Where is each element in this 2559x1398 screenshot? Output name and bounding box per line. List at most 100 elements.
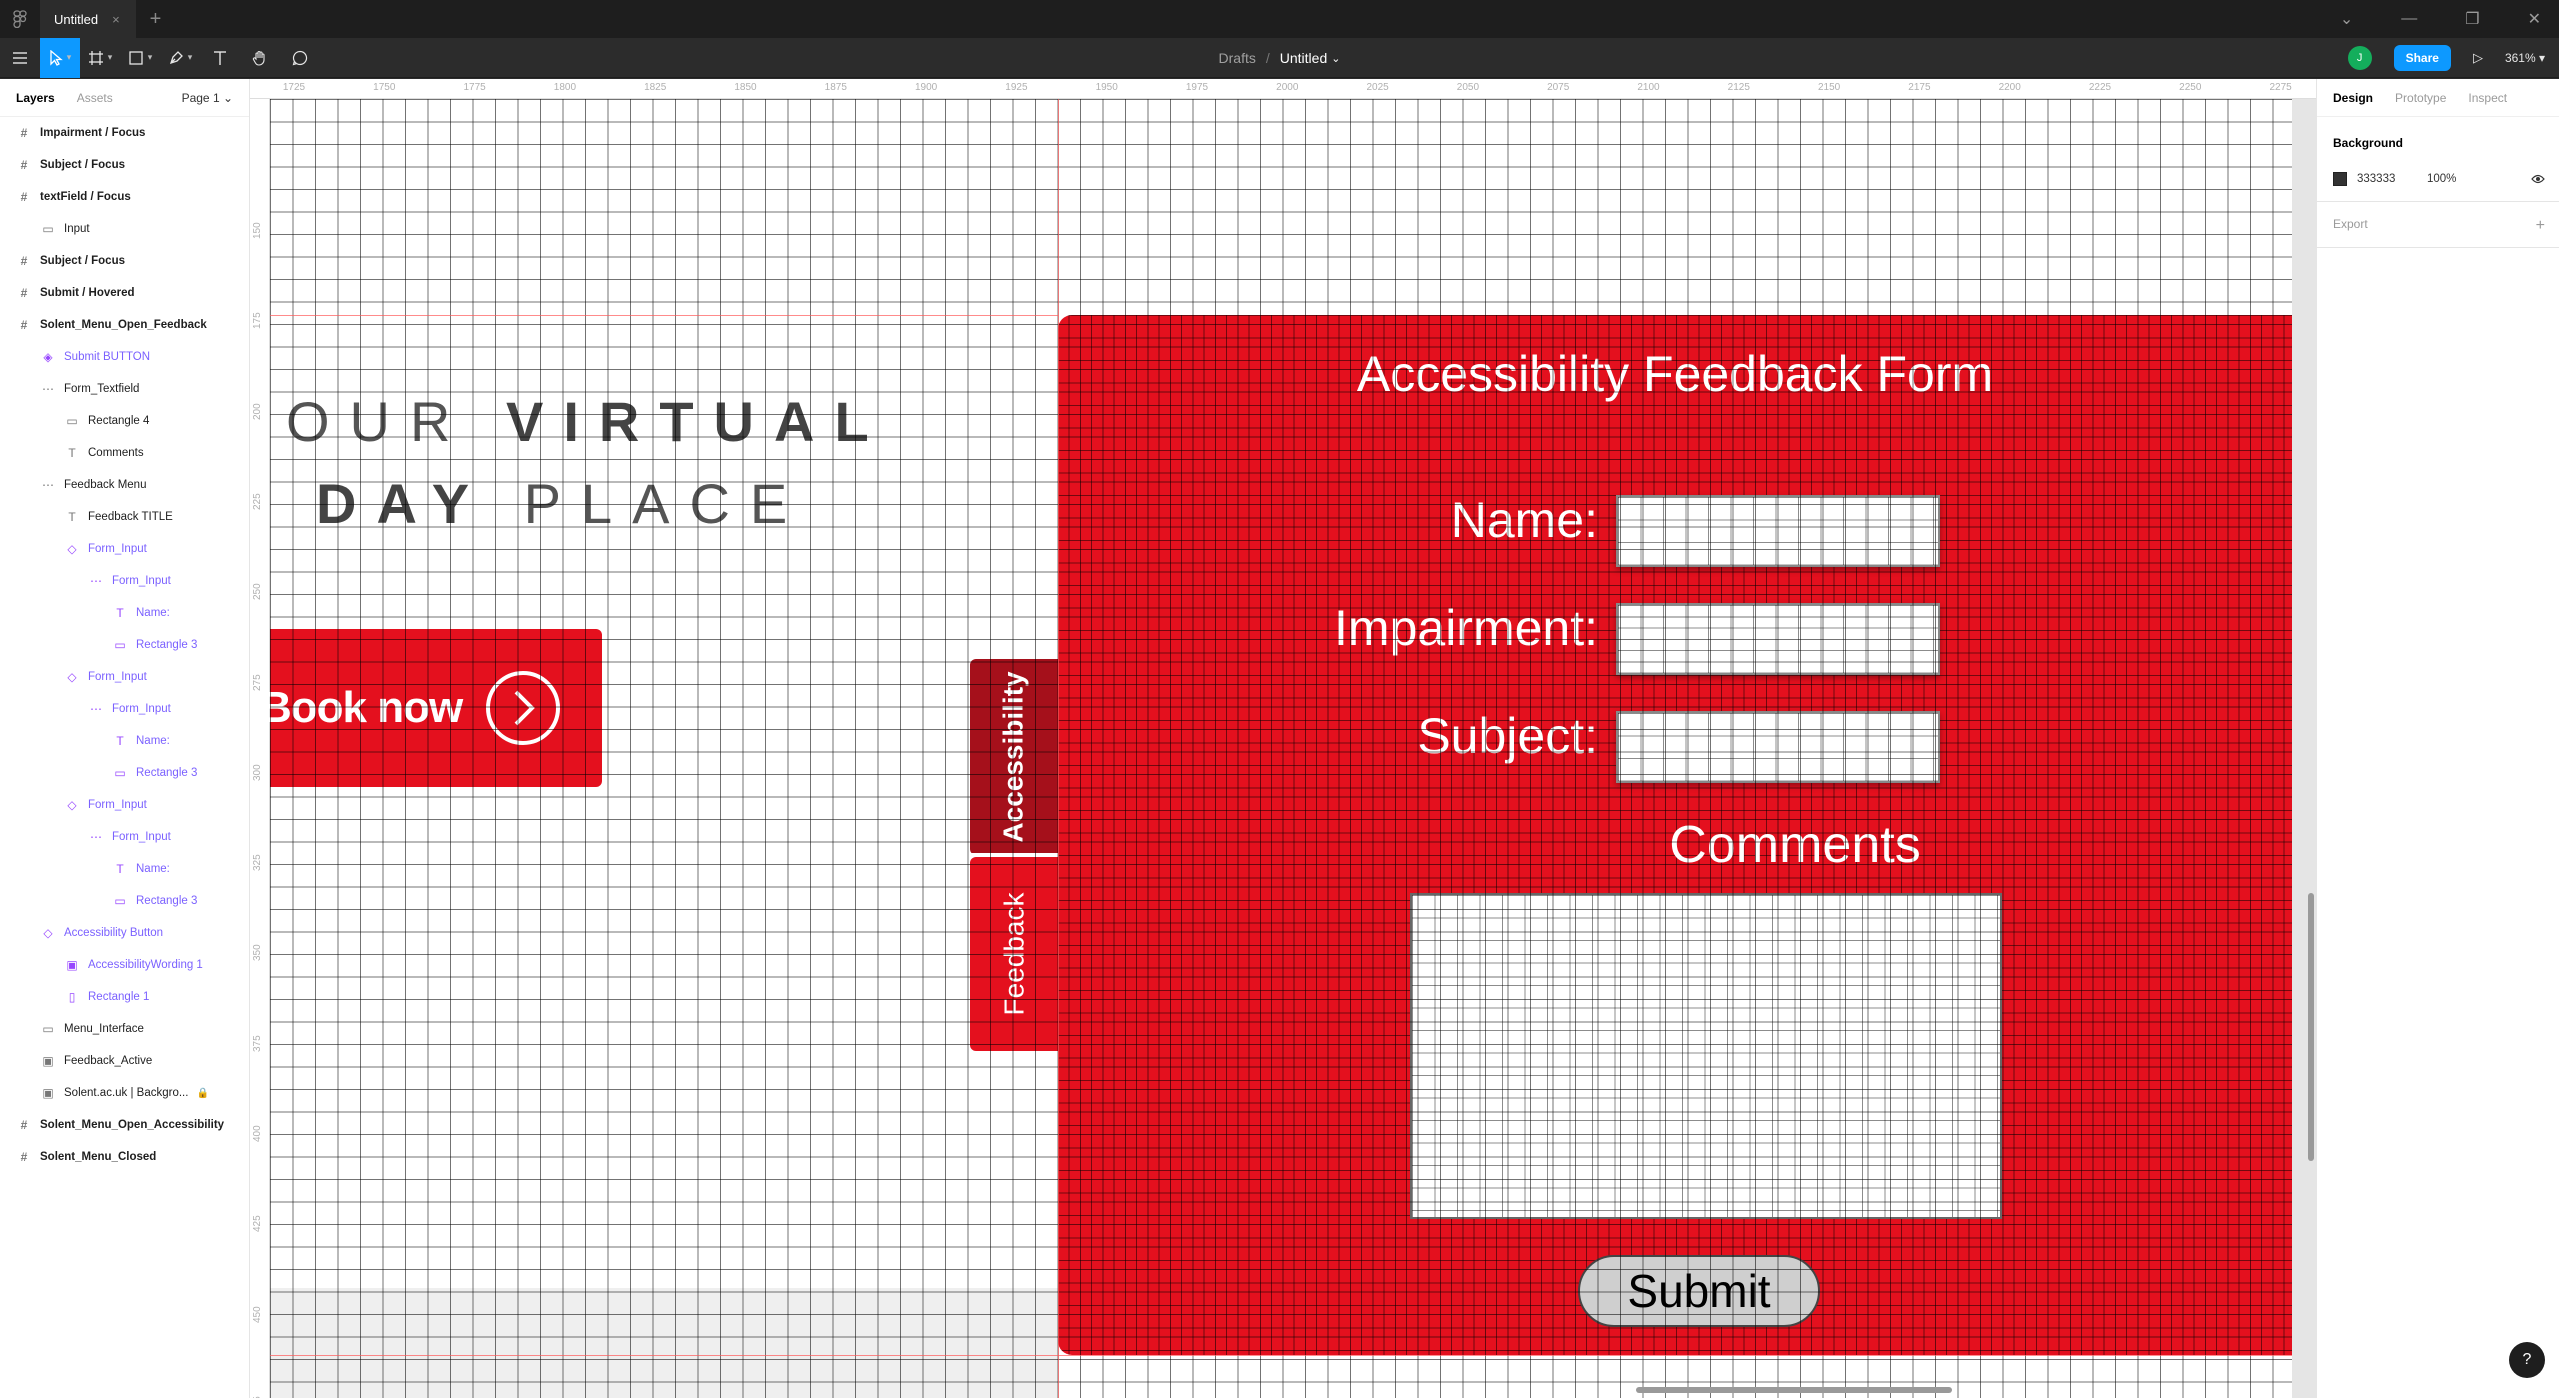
layer-row[interactable]: ▣ AccessibilityWording 1: [0, 949, 249, 981]
layer-row[interactable]: ▭ Rectangle 3: [0, 885, 249, 917]
shape-tool-button[interactable]: ▾: [120, 38, 160, 78]
layer-row[interactable]: ⋯ Form_Textfield: [0, 373, 249, 405]
figma-menu-icon[interactable]: [0, 0, 40, 38]
layer-row[interactable]: ◇ Accessibility Button: [0, 917, 249, 949]
vertical-scrollbar[interactable]: [2308, 893, 2314, 1161]
help-button[interactable]: ?: [2509, 1342, 2545, 1378]
tab-prototype[interactable]: Prototype: [2395, 91, 2446, 105]
canvas[interactable]: 1725 1750 1775 1800 1825 1850 1875 1900 1925 1950…: [250, 79, 2316, 1398]
hero-heading-line-2: DAY PLACE: [316, 471, 807, 536]
restore-icon[interactable]: ❐: [2465, 9, 2479, 29]
eye-icon[interactable]: [2531, 172, 2545, 187]
tab-design[interactable]: Design: [2333, 91, 2373, 105]
feedback-tab-button[interactable]: Feedback: [970, 857, 1058, 1051]
frame-tool-button[interactable]: ▾: [80, 38, 120, 78]
breadcrumb-drafts[interactable]: Drafts: [1219, 50, 1256, 66]
comment-icon: [292, 50, 308, 65]
avatar[interactable]: J: [2347, 46, 2372, 70]
layer-row[interactable]: ⋯ Feedback Menu: [0, 469, 249, 501]
hero-text-place: PLACE: [523, 472, 808, 535]
layer-row[interactable]: T Name:: [0, 725, 249, 757]
layer-row[interactable]: ◇ Form_Input: [0, 661, 249, 693]
impairment-input[interactable]: [1616, 603, 1940, 675]
layer-row[interactable]: # Solent_Menu_Closed: [0, 1141, 249, 1173]
chevron-down-icon[interactable]: ⌄: [1331, 52, 1340, 65]
layer-row[interactable]: ▯ Rectangle 1: [0, 981, 249, 1013]
layer-row[interactable]: ▭ Rectangle 4: [0, 405, 249, 437]
tab-layers[interactable]: Layers: [16, 91, 55, 105]
main-menu-button[interactable]: [0, 38, 40, 78]
ruler-tick-label: 175: [252, 312, 263, 330]
layer-row[interactable]: # Impairment / Focus: [0, 117, 249, 149]
frame-solent-menu-open-feedback[interactable]: OUR VIRTUAL DAY PLACE Book now Accessibi…: [260, 99, 2292, 1398]
layer-row[interactable]: ▭ Menu_Interface: [0, 1013, 249, 1045]
layer-row[interactable]: ▭ Rectangle 3: [0, 629, 249, 661]
chevron-down-icon[interactable]: ▾: [67, 52, 72, 63]
layer-row[interactable]: ◇ Form_Input: [0, 533, 249, 565]
layer-row[interactable]: ⋯ Form_Input: [0, 821, 249, 853]
layer-row[interactable]: ▣ Solent.ac.uk | Backgro... 🔒: [0, 1077, 249, 1109]
layer-row[interactable]: ◈ Submit BUTTON: [0, 341, 249, 373]
tab-assets[interactable]: Assets: [77, 91, 113, 105]
tab-inspect[interactable]: Inspect: [2468, 91, 2507, 105]
layer-row[interactable]: # Subject / Focus: [0, 245, 249, 277]
chevron-down-icon[interactable]: ▾: [148, 52, 153, 63]
submit-button[interactable]: Submit: [1578, 1255, 1820, 1327]
chevron-down-icon[interactable]: ▾: [188, 52, 193, 63]
properties-panel: Design Prototype Inspect Background 3333…: [2316, 79, 2559, 1398]
subject-input[interactable]: [1616, 711, 1940, 783]
file-name[interactable]: Untitled: [1280, 50, 1327, 66]
layer-type-icon: #: [20, 158, 28, 172]
feedback-tab-label: Feedback: [998, 892, 1029, 1016]
layer-row[interactable]: # Subject / Focus: [0, 149, 249, 181]
title-bar: Untitled × + ⌄ — ❐ ✕: [0, 0, 2559, 38]
new-tab-icon[interactable]: +: [150, 8, 162, 31]
layer-row[interactable]: ◇ Form_Input: [0, 789, 249, 821]
layer-label: Feedback Menu: [64, 479, 147, 491]
layer-row[interactable]: T Name:: [0, 597, 249, 629]
close-tab-icon[interactable]: ×: [112, 12, 120, 27]
chevron-down-icon[interactable]: ▾: [108, 52, 113, 63]
chevron-down-icon[interactable]: ⌄: [2340, 9, 2353, 29]
present-play-icon[interactable]: ▷: [2473, 50, 2483, 66]
background-hex-input[interactable]: 333333: [2357, 173, 2427, 185]
layer-row[interactable]: ⋯ Form_Input: [0, 693, 249, 725]
move-tool-button[interactable]: ▾: [40, 37, 80, 78]
layer-row[interactable]: ⋯ Form_Input: [0, 565, 249, 597]
ruler-tick-label: 425: [252, 1215, 263, 1233]
horizontal-scrollbar[interactable]: [1636, 1387, 1952, 1393]
layer-row[interactable]: # Solent_Menu_Open_Accessibility: [0, 1109, 249, 1141]
layer-row[interactable]: ▭ Rectangle 3: [0, 757, 249, 789]
share-button[interactable]: Share: [2393, 45, 2451, 71]
layer-row[interactable]: T Comments: [0, 437, 249, 469]
text-tool-button[interactable]: [200, 38, 240, 78]
ruler-top: 1725 1750 1775 1800 1825 1850 1875 1900 1925 1950…: [250, 79, 2316, 99]
layer-row[interactable]: # Submit / Hovered: [0, 277, 249, 309]
layer-row[interactable]: ▣ Feedback_Active: [0, 1045, 249, 1077]
hand-tool-button[interactable]: [240, 38, 280, 78]
add-export-icon[interactable]: +: [2536, 217, 2545, 235]
layer-row[interactable]: # Solent_Menu_Open_Feedback: [0, 309, 249, 341]
page-selector[interactable]: Page 1 ⌄: [182, 91, 233, 105]
hand-icon: [252, 50, 265, 66]
layer-row[interactable]: # textField / Focus: [0, 181, 249, 213]
comments-textarea[interactable]: [1410, 893, 2002, 1219]
book-now-button[interactable]: Book now: [260, 629, 602, 787]
name-input[interactable]: [1616, 495, 1940, 567]
layer-type-icon: ⋯: [42, 478, 54, 492]
layer-row[interactable]: T Feedback TITLE: [0, 501, 249, 533]
lock-icon[interactable]: 🔒: [196, 1088, 208, 1099]
minimize-icon[interactable]: —: [2401, 10, 2417, 28]
layer-row[interactable]: ▭ Input: [0, 213, 249, 245]
layer-row[interactable]: T Name:: [0, 853, 249, 885]
background-color-swatch[interactable]: [2333, 172, 2347, 186]
background-opacity-input[interactable]: 100%: [2427, 173, 2456, 185]
ruler-tick-label: 2225: [2088, 82, 2112, 93]
close-window-icon[interactable]: ✕: [2528, 9, 2541, 29]
comment-tool-button[interactable]: [280, 38, 320, 78]
pen-tool-button[interactable]: ▾: [160, 38, 200, 78]
hero-text-virtual: VIRTUAL: [506, 390, 889, 453]
tab-untitled[interactable]: Untitled ×: [40, 0, 136, 38]
zoom-level[interactable]: 361% ▾: [2505, 51, 2545, 65]
accessibility-tab-button[interactable]: Accessibility: [970, 659, 1058, 855]
